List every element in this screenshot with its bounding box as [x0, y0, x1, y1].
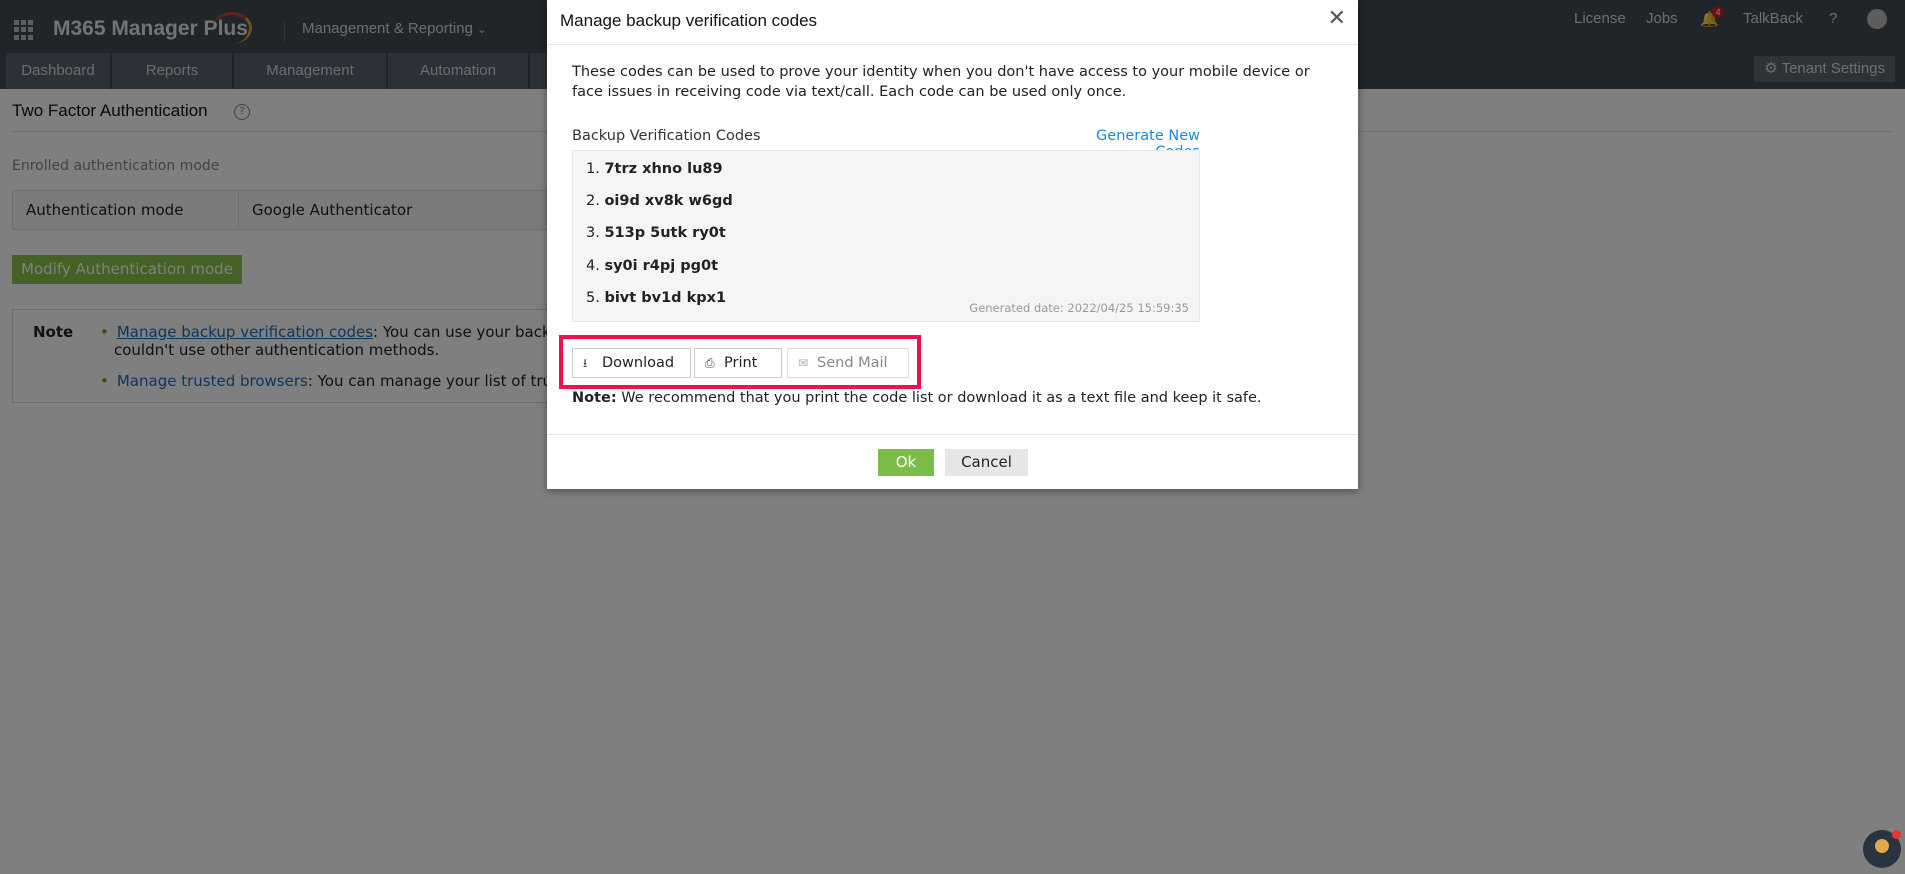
cancel-button[interactable]: Cancel	[945, 449, 1028, 476]
send-mail-button[interactable]: ✉ Send Mail	[787, 348, 909, 378]
modal-title: Manage backup verification codes	[560, 11, 818, 30]
code-item: 2. oi9d xv8k w6gd	[586, 193, 733, 209]
print-label: Print	[724, 355, 758, 371]
modal-note: Note: We recommend that you print the co…	[572, 390, 1262, 406]
download-label: Download	[602, 355, 675, 371]
code-item: 1. 7trz xhno lu89	[586, 161, 723, 177]
download-icon: ⭳	[583, 356, 588, 370]
print-button[interactable]: ⎙ Print	[694, 348, 782, 378]
close-icon[interactable]: ✕	[1328, 6, 1346, 31]
codes-label: Backup Verification Codes	[572, 128, 761, 144]
codes-list: 1. 7trz xhno lu89 2. oi9d xv8k w6gd 3. 5…	[572, 150, 1200, 322]
divider	[547, 434, 1358, 435]
code-item: 3. 513p 5utk ry0t	[586, 225, 726, 241]
backup-codes-modal: Manage backup verification codes ✕ These…	[547, 0, 1358, 489]
chatbot-avatar-icon	[1875, 839, 1889, 853]
download-button[interactable]: ⭳ Download	[572, 348, 691, 378]
code-item: 5. bivt bv1d kpx1	[586, 290, 727, 306]
modal-header: Manage backup verification codes ✕	[547, 0, 1358, 45]
modal-description: These codes can be used to prove your id…	[572, 64, 1310, 100]
chatbot-button[interactable]	[1863, 830, 1901, 868]
send-mail-label: Send Mail	[817, 355, 888, 371]
generated-date: Generated date: 2022/04/25 15:59:35	[969, 301, 1189, 315]
code-item: 4. sy0i r4pj pg0t	[586, 258, 719, 274]
printer-icon: ⎙	[705, 356, 715, 370]
ok-button[interactable]: Ok	[878, 449, 934, 476]
notification-dot	[1892, 830, 1901, 839]
mail-icon: ✉	[798, 356, 809, 370]
